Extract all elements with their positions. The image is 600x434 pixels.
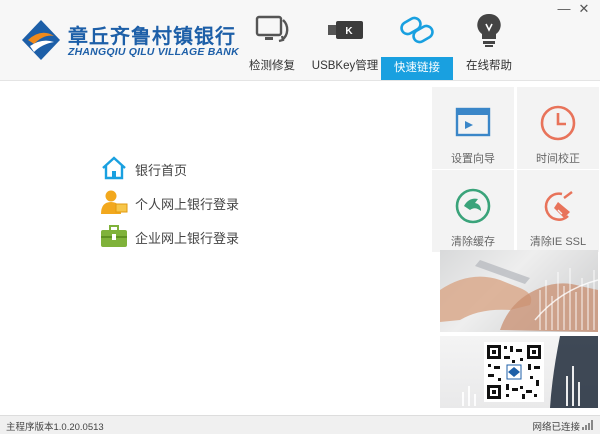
qr-code-image [462, 336, 598, 408]
tile-setup-wizard-label: 设置向导 [451, 153, 495, 165]
clock-icon [540, 105, 576, 141]
promo-banner-handshake[interactable] [440, 250, 598, 332]
status-bar: 主程序版本1.0.20.0513 网络已连接 [0, 415, 600, 434]
setup-wizard-icon [455, 107, 491, 137]
nav-usbkey[interactable]: K USBKey管理 [309, 0, 381, 80]
monitor-repair-icon [255, 15, 289, 43]
tile-time-correction-label: 时间校正 [536, 153, 580, 165]
promo-banner-qrcode[interactable] [440, 336, 598, 408]
lightbulb-icon [477, 13, 501, 47]
link-bank-homepage-label: 银行首页 [135, 163, 188, 178]
nav-quick-links[interactable]: 快速链接 [381, 0, 453, 80]
link-bank-homepage[interactable]: 银行首页 [100, 152, 300, 186]
tile-clear-cache-label: 清除缓存 [451, 236, 495, 248]
bank-name-cn: 章丘齐鲁村镇银行 [68, 26, 236, 48]
tile-time-correction[interactable]: 时间校正 [517, 87, 599, 169]
tile-clear-cache[interactable]: 清除缓存 [432, 170, 514, 252]
quick-links-list: 银行首页 个人网上银行登录 企业网上银行登录 [100, 152, 300, 254]
nav-online-help[interactable]: 在线帮助 [455, 0, 523, 80]
handshake-image [440, 260, 598, 332]
nav-online-help-label: 在线帮助 [466, 60, 512, 72]
link-corporate-ebank-login-label: 企业网上银行登录 [135, 231, 240, 246]
app-window: 章丘齐鲁村镇银行 ZHANGQIU QILU VILLAGE BANK 检测修复… [0, 0, 600, 434]
link-personal-ebank-login-label: 个人网上银行登录 [135, 197, 240, 212]
network-status: 网络已连接 [532, 422, 580, 433]
nav-usbkey-label: USBKey管理 [311, 60, 379, 72]
personal-user-icon [101, 190, 128, 214]
nav-detect-repair-label: 检测修复 [249, 60, 295, 72]
usb-key-icon: K [328, 21, 363, 39]
nav-quick-links-label: 快速链接 [381, 57, 453, 80]
tile-setup-wizard[interactable]: 设置向导 [432, 87, 514, 169]
home-icon [102, 156, 126, 180]
clear-cache-icon [455, 188, 491, 224]
briefcase-icon [101, 225, 127, 247]
header: 章丘齐鲁村镇银行 ZHANGQIU QILU VILLAGE BANK 检测修复… [0, 0, 600, 81]
tile-clear-ie-ssl-label: 清除IE SSL [529, 236, 587, 248]
minimize-button[interactable]: — [556, 2, 572, 16]
tile-clear-ie-ssl[interactable]: 清除IE SSL [517, 170, 599, 252]
link-personal-ebank-login[interactable]: 个人网上银行登录 [100, 186, 300, 220]
bank-logo: 章丘齐鲁村镇银行 ZHANGQIU QILU VILLAGE BANK [20, 16, 240, 66]
link-corporate-ebank-login[interactable]: 企业网上银行登录 [100, 220, 300, 254]
clear-ssl-icon [544, 191, 573, 221]
svg-text:K: K [345, 26, 353, 37]
program-version: 主程序版本1.0.20.0513 [6, 422, 104, 433]
bank-logo-mark-icon [22, 20, 60, 60]
signal-icon [582, 420, 593, 430]
link-icon [400, 16, 434, 44]
bank-name-en: ZHANGQIU QILU VILLAGE BANK [68, 46, 239, 58]
nav-detect-repair[interactable]: 检测修复 [238, 0, 306, 80]
close-button[interactable]: ✕ [576, 2, 592, 16]
